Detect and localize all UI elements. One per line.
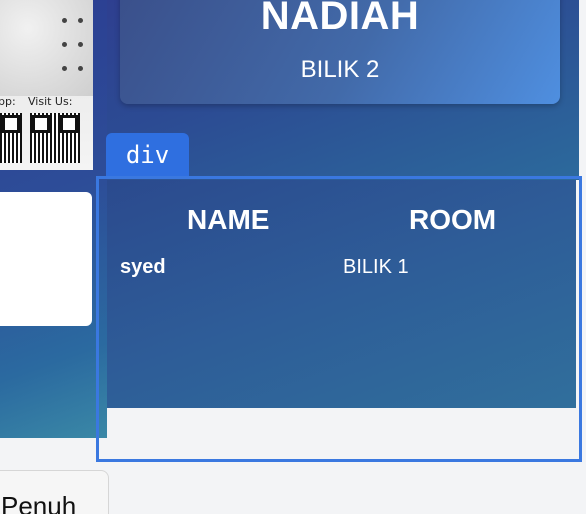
qr-code-icon: [30, 113, 80, 163]
room-card: NADIAH BILIK 2: [120, 0, 560, 104]
penuh-button-label: Penuh: [1, 491, 77, 514]
table-cell-name: syed: [120, 256, 166, 278]
column-header-room: ROOM: [409, 204, 497, 235]
table-cell-room: BILIK 1: [343, 256, 409, 278]
qr-code-icon: [0, 113, 22, 163]
poster-visit-label: Visit Us:: [28, 95, 73, 108]
white-card: [0, 192, 92, 326]
left-panel: pp: Visit Us:: [0, 0, 107, 438]
queue-table: NAME ROOM syed BILIK 1: [107, 180, 576, 408]
penuh-button[interactable]: Penuh: [0, 470, 109, 514]
room-label: BILIK 2: [300, 56, 380, 83]
poster-image: pp: Visit Us:: [0, 0, 93, 170]
patient-name: NADIAH: [260, 0, 420, 38]
poster-app-label: pp:: [0, 95, 16, 108]
devtools-element-badge: div: [106, 133, 189, 176]
app-stage: pp: Visit Us: NADIAH BILIK 2 div NAME RO…: [0, 0, 586, 514]
column-header-name: NAME: [187, 204, 270, 235]
poster-photo: [0, 0, 93, 96]
